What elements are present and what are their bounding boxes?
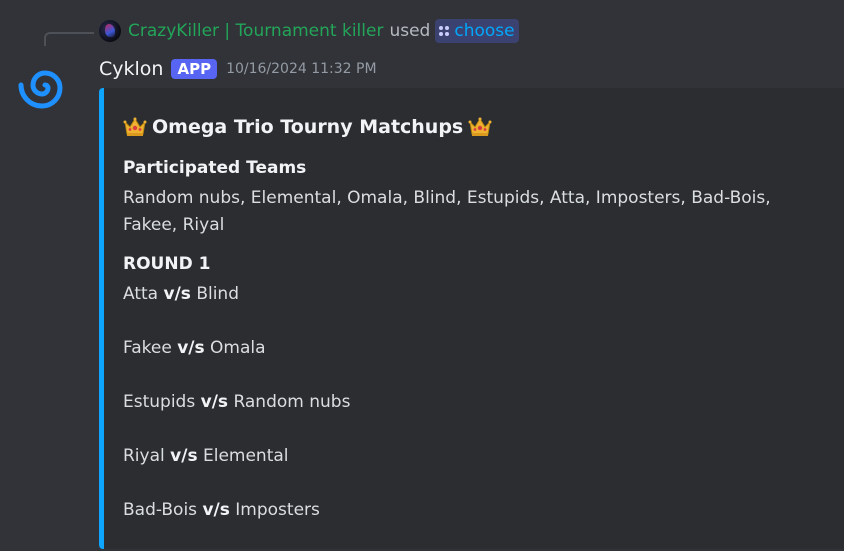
reply-used-label: used [389,21,431,41]
chat-message: CrazyKiller | Tournament killer used cho… [0,0,844,551]
versus-label: v/s [202,500,230,520]
command-reply-header: CrazyKiller | Tournament killer used cho… [99,19,519,43]
team-b: Elemental [202,446,289,466]
team-a: Atta [123,284,159,304]
field-value-teams: Random nubs, Elemental, Omala, Blind, Es… [123,188,771,235]
crown-icon [123,117,147,136]
matchup-row: Estupids v/s Random nubs [123,392,350,412]
team-b: Omala [210,338,266,358]
slash-command-icon [439,26,450,36]
message-header: Cyklon APP 10/16/2024 11:32 PM [99,56,377,82]
matchup-row: Atta v/s Blind [123,284,239,304]
versus-label: v/s [200,392,229,412]
team-b: Blind [196,284,240,304]
team-a: Estupids [123,392,196,412]
spiral-avatar-icon[interactable] [16,56,74,114]
field-name-round: ROUND 1 [123,254,211,274]
versus-label: v/s [170,446,198,466]
embed: Omega Trio Tourny Matchups Participated … [99,88,844,549]
team-b: Imposters [235,500,320,520]
reply-username[interactable]: CrazyKiller | Tournament killer [128,21,383,41]
reply-user-avatar[interactable] [99,20,121,42]
embed-title: Omega Trio Tourny Matchups [123,116,492,138]
message-timestamp[interactable]: 10/16/2024 11:32 PM [226,61,376,77]
matchup-row: Riyal v/s Elemental [123,446,289,466]
app-badge: APP [171,59,218,79]
field-name-teams: Participated Teams [123,158,307,178]
team-a: Bad-Bois [123,500,198,520]
team-a: Fakee [123,338,172,358]
author-name[interactable]: Cyklon [99,58,163,80]
team-b: Random nubs [233,392,351,412]
embed-title-text: Omega Trio Tourny Matchups [152,116,464,138]
versus-label: v/s [177,338,205,358]
reply-connector [44,32,94,46]
matchup-row: Bad-Bois v/s Imposters [123,500,320,520]
command-name: choose [454,21,515,41]
command-mention[interactable]: choose [435,19,519,43]
versus-label: v/s [163,284,191,304]
team-a: Riyal [123,446,165,466]
matchup-row: Fakee v/s Omala [123,338,266,358]
crown-icon [468,117,492,136]
